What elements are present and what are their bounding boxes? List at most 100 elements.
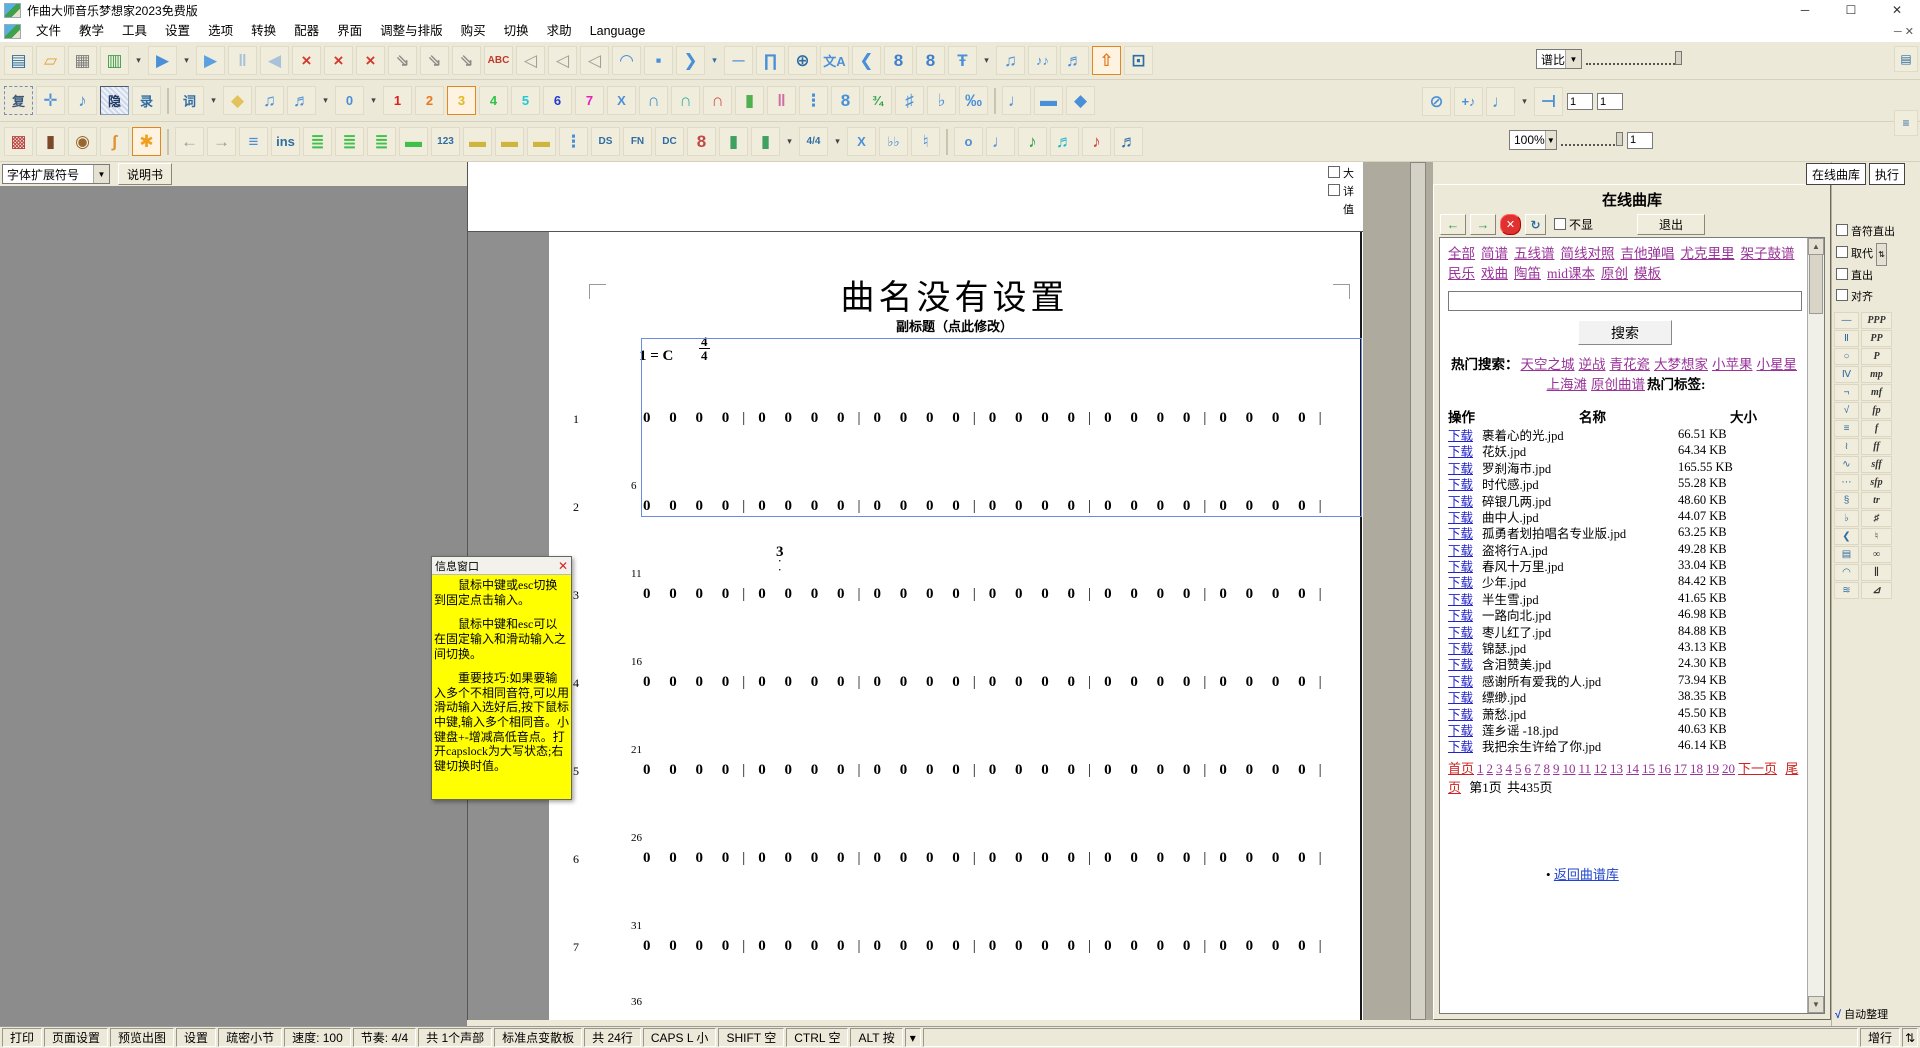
dynamics-button[interactable]: tr	[1861, 492, 1892, 509]
pager-page-link[interactable]: 20	[1722, 761, 1735, 776]
digit-3-icon[interactable]: 3	[447, 86, 476, 115]
measure[interactable]: 0 0 0 0|	[1104, 938, 1206, 955]
pager-page-link[interactable]: 6	[1525, 761, 1532, 776]
drum-icon[interactable]: ▩	[4, 127, 33, 156]
bar-dropdown-icon[interactable]: ▾	[783, 127, 796, 156]
status-item[interactable]: 节奏: 4/4	[353, 1028, 416, 1047]
measure[interactable]: 0 0 0 0|	[989, 762, 1091, 779]
pager-page-link[interactable]: 18	[1690, 761, 1703, 776]
status-item[interactable]: 预览出图	[110, 1028, 174, 1047]
fn-icon[interactable]: FN	[623, 127, 652, 156]
exit-button[interactable]: 退出	[1637, 214, 1705, 235]
measure[interactable]: 0 0 0 0|	[1219, 410, 1321, 427]
note-symbol-icon[interactable]: ♪	[68, 86, 97, 115]
option-checkbox[interactable]: 对齐 ⇅	[1836, 287, 1920, 308]
half-rest-icon[interactable]: ▬	[1034, 86, 1063, 115]
measure[interactable]: 0 0 0 0|	[989, 498, 1091, 515]
tie-icon[interactable]: ∩	[639, 86, 668, 115]
save-icon[interactable]: ▤	[4, 46, 33, 75]
abc-edit-icon[interactable]: ABC	[484, 46, 513, 75]
measure[interactable]: 0 0 0 0|	[1104, 674, 1206, 691]
play-icon[interactable]: ▶	[148, 46, 177, 75]
upload-icon[interactable]: ⇧	[1092, 46, 1121, 75]
play-dropdown-icon[interactable]: ▾	[180, 46, 193, 75]
measure[interactable]: 0 0 0 0|	[1219, 850, 1321, 867]
numbers-123-icon[interactable]: 123	[431, 127, 460, 156]
nav-forward-icon[interactable]: →	[1470, 214, 1496, 235]
dynamics-button[interactable]: sfp	[1861, 474, 1892, 491]
measure[interactable]: 0 0 0 0|	[874, 850, 976, 867]
digit-2-icon[interactable]: 2	[415, 86, 444, 115]
add-row-spinner-icon[interactable]: ⇅	[1902, 1028, 1918, 1047]
menu-item[interactable]: 文件	[27, 20, 70, 42]
forward-icon[interactable]: ❯	[676, 46, 705, 75]
pager-page-link[interactable]: 12	[1594, 761, 1607, 776]
option-checkbox[interactable]: 取代 ⇅	[1836, 243, 1920, 266]
hot-search-link[interactable]: 小星星	[1757, 357, 1798, 372]
ds-icon[interactable]: DS	[591, 127, 620, 156]
pointer-icon[interactable]: ◁	[516, 46, 545, 75]
sharp-icon[interactable]: ♯	[895, 86, 924, 115]
pager-page-link[interactable]: 1	[1477, 761, 1484, 776]
hot-search-link[interactable]: 上海滩	[1547, 377, 1588, 392]
mixer-dropdown-icon[interactable]: ▾	[132, 46, 145, 75]
pager-page-link[interactable]: 16	[1658, 761, 1671, 776]
clef8-icon[interactable]: 8	[831, 86, 860, 115]
back-icon[interactable]: ❮	[852, 46, 881, 75]
category-link[interactable]: 架子鼓谱	[1741, 246, 1795, 261]
x-note-icon[interactable]: X	[847, 127, 876, 156]
category-link[interactable]: 模板	[1634, 266, 1661, 281]
measure[interactable]: 0 0 0 0|	[874, 410, 976, 427]
add-note-icon[interactable]: +♪	[1454, 87, 1483, 116]
palette-button[interactable]: Ⅳ	[1834, 366, 1859, 383]
menu-item[interactable]: 转换	[242, 20, 285, 42]
category-link[interactable]: 原创	[1601, 266, 1628, 281]
measure[interactable]: 0 0 0 0|	[989, 674, 1091, 691]
mini-list-icon[interactable]: ≡	[1894, 110, 1918, 136]
dot-icon[interactable]: ▪	[644, 46, 673, 75]
dynamics-button[interactable]: sff	[1861, 456, 1892, 473]
option-checkbox[interactable]: 音符直出 ⇅	[1836, 222, 1920, 243]
scale-slider[interactable]	[1586, 53, 1682, 65]
meter-dropdown-icon[interactable]: ▾	[831, 127, 844, 156]
hide-icon[interactable]: 隐	[100, 86, 129, 115]
measure[interactable]: 0 0 0 0|	[758, 674, 860, 691]
record-icon[interactable]: 录	[132, 86, 161, 115]
rewind-icon[interactable]: ◀	[260, 46, 289, 75]
digit-dropdown-icon[interactable]: ▾	[367, 86, 380, 115]
delete-measure-icon[interactable]: ×	[324, 46, 353, 75]
text-annotation-icon[interactable]: 文A	[820, 46, 849, 75]
measure[interactable]: 0 0 0 0|	[758, 498, 860, 515]
menu-item[interactable]: 教学	[70, 20, 113, 42]
page-input[interactable]: 1	[1627, 132, 1653, 149]
digit-0-icon[interactable]: 0	[335, 86, 364, 115]
measure[interactable]: 0 0 0 0|	[1219, 674, 1321, 691]
dynamics-button[interactable]: ⊿	[1861, 582, 1892, 599]
measure[interactable]: 0 0 0 0|	[643, 938, 745, 955]
digit-1-icon[interactable]: 1	[383, 86, 412, 115]
measure[interactable]: 0 0 0 0|	[643, 410, 745, 427]
beamed-note-icon[interactable]: ♬	[1060, 46, 1089, 75]
bracket-icon[interactable]: ∏	[756, 46, 785, 75]
natural-pct-icon[interactable]: ‰	[959, 86, 988, 115]
pager-page-link[interactable]: 9	[1553, 761, 1560, 776]
insert-icon[interactable]: ins	[271, 127, 300, 156]
menu-item[interactable]: 购买	[452, 20, 495, 42]
scale-combo[interactable]: 谱比▼	[1536, 49, 1582, 69]
drag-move-icon[interactable]: ✛	[36, 86, 65, 115]
pager-page-link[interactable]: 3	[1496, 761, 1503, 776]
palette-button[interactable]: ¬	[1834, 384, 1859, 401]
dc-icon[interactable]: DC	[655, 127, 684, 156]
palette-button[interactable]: √	[1834, 402, 1859, 419]
status-item[interactable]: 速度: 100	[284, 1028, 351, 1047]
measure[interactable]: 0 0 0 0|	[758, 850, 860, 867]
measure[interactable]: 0 0 0 0|	[1219, 762, 1321, 779]
close-icon[interactable]: ✕	[558, 559, 568, 573]
measure[interactable]: 0 0 0 0|	[1219, 586, 1321, 603]
measure[interactable]: 0 0 0 0|	[989, 586, 1091, 603]
repeat-bar2-icon[interactable]: ▮	[751, 127, 780, 156]
eighth-notes-icon[interactable]: ♫	[255, 86, 284, 115]
slur-icon[interactable]: ◠	[612, 46, 641, 75]
separator[interactable]	[167, 129, 169, 155]
view-option[interactable]: 大	[1328, 165, 1354, 183]
